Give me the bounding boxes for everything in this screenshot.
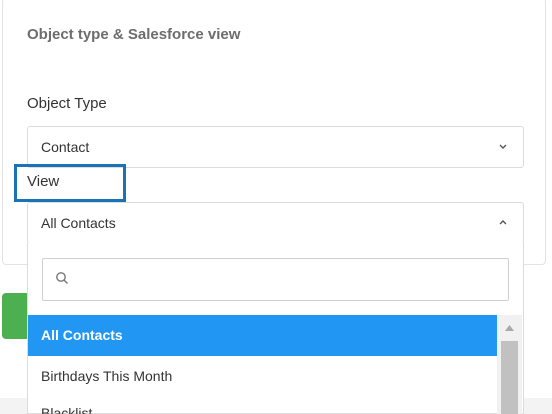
card-title: Object type & Salesforce view bbox=[27, 26, 241, 43]
scrollbar-thumb[interactable] bbox=[501, 341, 518, 414]
chevron-up-icon bbox=[499, 220, 507, 225]
list-item[interactable]: All Contacts bbox=[28, 315, 497, 356]
view-search-box[interactable] bbox=[42, 258, 509, 301]
view-label: View bbox=[27, 173, 60, 190]
chevron-down-icon bbox=[499, 144, 507, 149]
search-icon bbox=[56, 272, 68, 284]
list-scrollbar[interactable] bbox=[497, 315, 522, 414]
view-select[interactable]: All Contacts bbox=[27, 202, 524, 244]
view-value: All Contacts bbox=[41, 215, 116, 231]
list-item[interactable]: Birthdays This Month bbox=[28, 356, 497, 397]
scroll-up-arrow-icon[interactable] bbox=[505, 325, 514, 331]
object-type-value: Contact bbox=[41, 139, 90, 155]
view-options-list: All Contacts Birthdays This Month Blackl… bbox=[28, 315, 497, 414]
object-type-select[interactable]: Contact bbox=[27, 126, 524, 168]
view-search-input[interactable] bbox=[79, 267, 503, 293]
object-type-label: Object Type bbox=[27, 95, 107, 112]
